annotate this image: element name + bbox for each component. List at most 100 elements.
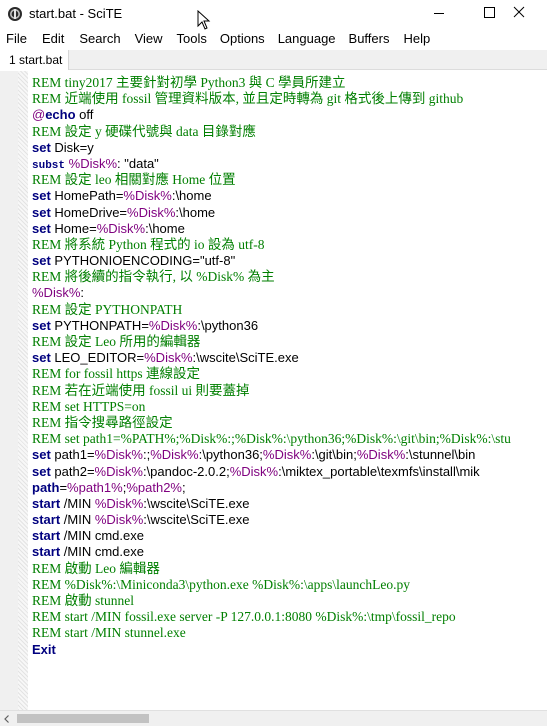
- code-token-text: ;: [181, 479, 186, 495]
- code-token-var: %Disk%: [356, 447, 406, 463]
- code-token-var: %Disk%: [127, 204, 176, 220]
- code-token-kw: set: [32, 204, 51, 220]
- tab-bar: 1 start.bat: [0, 50, 547, 70]
- code-token-var: %Disk%: [150, 447, 199, 463]
- code-line: set Disk=y: [32, 140, 547, 156]
- code-token-comment: REM 近端使用 fossil 管理資料版本, 並且定時轉為 git 格式後上傳…: [32, 91, 464, 107]
- menu-language[interactable]: Language: [278, 29, 336, 49]
- code-token-text: LEO_EDITOR=: [50, 350, 145, 366]
- code-line: REM 將系統 Python 程式的 io 設為 utf-8: [32, 237, 547, 253]
- code-token-text: :\wscite\SciTE.exe: [143, 512, 250, 528]
- code-token-text: path2=: [50, 463, 95, 479]
- menu-bar: File Edit Search View Tools Options Lang…: [0, 29, 547, 49]
- code-line: REM tiny2017 主要針對初學 Python3 與 C 學員所建立: [32, 75, 547, 91]
- code-token-text: :\python36: [197, 317, 259, 333]
- code-token-comment: REM start /MIN fossil.exe server -P 127.…: [32, 609, 456, 625]
- code-token-text: /MIN: [60, 512, 95, 528]
- code-token-var: %Disk%: [94, 463, 143, 479]
- code-line: set path1=%Disk%:;%Disk%:\python36;%Disk…: [32, 447, 547, 463]
- code-token-var: @: [32, 107, 46, 123]
- code-token-comment: REM 設定 leo 相關對應 Home 位置: [32, 172, 236, 188]
- code-line: REM start /MIN stunnel.exe: [32, 625, 547, 641]
- fold-margin[interactable]: [18, 71, 28, 710]
- code-line: REM 設定 leo 相關對應 Home 位置: [32, 172, 547, 188]
- editor-pane[interactable]: REM tiny2017 主要針對初學 Python3 與 C 學員所建立 REM…: [0, 71, 547, 710]
- code-line: REM 設定 Leo 所用的編輯器: [32, 334, 547, 350]
- code-text[interactable]: REM tiny2017 主要針對初學 Python3 與 C 學員所建立 REM…: [32, 75, 547, 710]
- code-line: REM 指令搜尋路徑設定: [32, 415, 547, 431]
- code-token-comment: REM 設定 Leo 所用的編輯器: [32, 334, 201, 349]
- code-token-comment: REM for fossil https 連線設定: [32, 366, 201, 382]
- maximize-icon: [484, 7, 495, 18]
- code-token-kw: set: [32, 350, 51, 366]
- scrollbar-thumb[interactable]: [17, 714, 149, 723]
- code-token-kw: path: [32, 479, 60, 495]
- code-token-kw: start: [32, 512, 61, 528]
- code-token-text: :\pandoc-2.0.2;: [142, 463, 230, 479]
- menu-help[interactable]: Help: [403, 29, 430, 49]
- code-token-text: :\home: [171, 188, 212, 204]
- code-token-kw: set: [32, 220, 51, 236]
- code-token-text: Home=: [50, 220, 97, 236]
- code-token-var: %Disk%: [123, 188, 172, 204]
- code-token-kw: set: [32, 253, 51, 269]
- code-token-comment: REM tiny2017 主要針對初學 Python3 與 C 學員所建立: [32, 75, 346, 90]
- code-token-comment: REM %Disk%:\Miniconda3\python.exe %Disk%…: [32, 576, 410, 592]
- code-line: REM set HTTPS=on: [32, 399, 547, 415]
- menu-buffers[interactable]: Buffers: [349, 29, 390, 49]
- code-token-text: :\home: [145, 220, 185, 236]
- scite-app-icon: [8, 7, 22, 21]
- code-token-text: path1=: [50, 447, 95, 463]
- code-token-text: :: [80, 285, 85, 301]
- code-token-text: :\wscite\SciTE.exe: [143, 495, 250, 511]
- minimize-button[interactable]: [416, 0, 462, 28]
- code-line: start /MIN cmd.exe: [32, 528, 547, 544]
- code-line: set PYTHONIOENCODING="utf-8": [32, 253, 547, 269]
- code-token-kw: set: [32, 463, 51, 479]
- code-token-kw: start: [32, 528, 61, 544]
- code-token-text: :\python36;: [198, 447, 263, 463]
- menu-edit[interactable]: Edit: [42, 29, 64, 49]
- code-line: set Home=%Disk%:\home: [32, 221, 547, 237]
- code-line: set path2=%Disk%:\pandoc-2.0.2;%Disk%:\m…: [32, 464, 547, 480]
- menu-search[interactable]: Search: [79, 29, 120, 49]
- code-line: start /MIN cmd.exe: [32, 544, 547, 560]
- code-line: subst %Disk%: "data": [32, 156, 547, 172]
- code-token-text: :\stunnel\bin: [405, 447, 476, 463]
- code-token-var: %path2%: [126, 479, 182, 495]
- code-token-comment: REM start /MIN stunnel.exe: [32, 625, 186, 641]
- code-token-comment: REM 啟動 stunnel: [32, 593, 135, 608]
- code-token-text: :\miktex_portable\texmfs\install\mik: [278, 463, 480, 479]
- code-line: REM 啟動 stunnel: [32, 593, 547, 609]
- code-line: REM set path1=%PATH%;%Disk%:;%Disk%:\pyt…: [32, 431, 547, 447]
- code-token-kw: start: [32, 495, 61, 511]
- menu-options[interactable]: Options: [220, 29, 265, 49]
- code-token-text: /MIN cmd.exe: [60, 544, 144, 560]
- line-margin[interactable]: [0, 71, 18, 710]
- code-token-var: %Disk%: [229, 463, 279, 479]
- title-bar[interactable]: start.bat - SciTE: [0, 0, 547, 30]
- code-token-text: off: [75, 107, 94, 123]
- code-line: set LEO_EDITOR=%Disk%:\wscite\SciTE.exe: [32, 350, 547, 366]
- code-token-kw2: subst: [32, 159, 66, 172]
- code-line: set HomePath=%Disk%:\home: [32, 188, 547, 204]
- horizontal-scrollbar[interactable]: [0, 710, 547, 726]
- maximize-button[interactable]: [465, 0, 511, 28]
- menu-file[interactable]: File: [6, 29, 27, 49]
- code-token-kw: set: [32, 317, 51, 333]
- scroll-left-arrow-icon[interactable]: [2, 714, 12, 724]
- code-token-var: %Disk%: [262, 447, 312, 463]
- menu-tools[interactable]: Tools: [177, 29, 207, 49]
- menu-view[interactable]: View: [135, 29, 163, 49]
- code-token-kw: echo: [45, 107, 76, 123]
- code-token-var: %Disk%: [144, 350, 193, 366]
- code-token-var: %Disk%: [32, 285, 81, 301]
- code-token-text: Disk=y: [50, 139, 94, 155]
- code-line: REM 將後續的指令執行, 以 %Disk% 為主: [32, 269, 547, 285]
- minimize-icon: [434, 13, 444, 14]
- code-token-kw: start: [32, 544, 61, 560]
- code-token-var: %Disk%: [148, 317, 198, 333]
- tab-start-bat[interactable]: 1 start.bat: [0, 50, 69, 70]
- code-token-kw: set: [32, 447, 51, 463]
- close-button[interactable]: [511, 0, 547, 28]
